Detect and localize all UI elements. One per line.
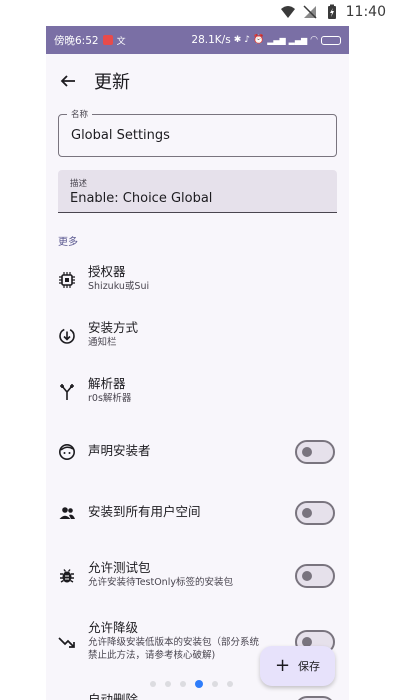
parser-title: 解析器 xyxy=(88,376,126,391)
network-speed: 28.1K/s xyxy=(191,34,231,46)
parser-subtitle: r0s解析器 xyxy=(88,393,132,404)
description-field-value[interactable]: Enable: Choice Global xyxy=(70,191,212,206)
allow-test-title: 允许测试包 xyxy=(88,560,151,575)
bluetooth-icon: ✱ xyxy=(233,35,242,45)
page-dot xyxy=(150,681,156,687)
allow-downgrade-title: 允许降级 xyxy=(88,620,139,635)
allow-test-row[interactable]: 允许测试包 允许安装待TestOnly标签的安装包 xyxy=(46,554,349,598)
fork-icon xyxy=(60,384,74,400)
top-app-bar: 更新 xyxy=(46,58,349,104)
install-mode-title: 安装方式 xyxy=(88,320,139,335)
allow-downgrade-subtitle-line2: 禁止此方法，请参考核心破解) xyxy=(88,650,216,661)
parser-row[interactable]: 解析器 r0s解析器 xyxy=(46,370,349,414)
battery-charging-icon xyxy=(327,4,336,19)
section-header-more: 更多 xyxy=(58,237,78,248)
mute-icon: ♪ xyxy=(244,35,250,45)
signal-icon: ▂▄▆ xyxy=(267,35,286,45)
host-clock: 11:40 xyxy=(345,4,386,20)
trend-down-icon xyxy=(58,637,75,648)
page-indicator xyxy=(150,680,233,688)
auto-delete-switch[interactable] xyxy=(295,696,335,700)
plus-icon: + xyxy=(274,655,291,676)
status-time: 傍晚6:52 xyxy=(54,34,99,47)
page-dot xyxy=(180,681,186,687)
bug-icon xyxy=(60,569,74,583)
authorizer-row[interactable]: 授权器 Shizuku或Sui xyxy=(46,258,349,302)
install-mode-icon xyxy=(59,328,75,344)
switch-knob xyxy=(302,571,312,581)
alarm-icon: ⏰ xyxy=(252,35,265,45)
authorizer-subtitle: Shizuku或Sui xyxy=(88,281,150,292)
name-field[interactable]: 名称 Global Settings xyxy=(58,108,337,157)
save-button-label: 保存 xyxy=(298,660,321,673)
install-mode-subtitle: 通知栏 xyxy=(88,337,117,348)
device-status-bar: 傍晚6:52 文 28.1K/s ✱ ♪ ⏰ ▂▄▆ ▂▄▆ ◠ xyxy=(46,26,349,54)
save-button[interactable]: + 保存 xyxy=(260,646,335,686)
install-all-users-title: 安装到所有用户空间 xyxy=(88,504,201,519)
allow-test-subtitle: 允许安装待TestOnly标签的安装包 xyxy=(88,577,233,588)
signal-2-icon: ▂▄▆ xyxy=(288,35,308,45)
allow-downgrade-subtitle: 允许降级安装低版本的安装包（部分系统 xyxy=(88,637,260,648)
page-dot xyxy=(212,681,218,687)
page-title: 更新 xyxy=(94,72,130,93)
back-arrow-icon[interactable] xyxy=(60,73,76,89)
allow-test-switch[interactable] xyxy=(295,564,335,588)
page-dot xyxy=(165,681,171,687)
description-field[interactable]: 描述 Enable: Choice Global xyxy=(58,170,337,213)
name-field-value[interactable]: Global Settings xyxy=(71,128,170,143)
no-signal-icon xyxy=(303,5,317,19)
name-field-label: 名称 xyxy=(67,108,93,120)
page-dot xyxy=(227,681,233,687)
install-all-users-switch[interactable] xyxy=(295,501,335,525)
app-screen: 傍晚6:52 文 28.1K/s ✱ ♪ ⏰ ▂▄▆ ▂▄▆ ◠ 更新 名称 G… xyxy=(46,26,349,700)
battery-icon xyxy=(321,35,341,45)
install-mode-row[interactable]: 安装方式 通知栏 xyxy=(46,314,349,358)
app-notification-icon xyxy=(102,35,113,45)
switch-knob xyxy=(302,508,312,518)
users-icon xyxy=(59,507,75,519)
page-dot-active xyxy=(195,680,203,688)
switch-knob xyxy=(302,447,312,457)
wifi-icon xyxy=(280,6,295,18)
declare-installer-row[interactable]: 声明安装者 xyxy=(46,430,349,474)
auto-delete-title: 自动删除 xyxy=(88,692,139,700)
face-icon xyxy=(59,444,75,460)
declare-installer-title: 声明安装者 xyxy=(88,443,151,458)
chip-icon xyxy=(59,272,75,288)
authorizer-title: 授权器 xyxy=(88,264,126,279)
install-all-users-row[interactable]: 安装到所有用户空间 xyxy=(46,491,349,535)
translate-icon: 文 xyxy=(116,36,126,47)
wifi-status-icon: ◠ xyxy=(310,35,318,45)
auto-delete-row[interactable]: 自动删除 xyxy=(46,690,349,700)
host-status-bar: 11:40 xyxy=(0,0,394,26)
description-field-label: 描述 xyxy=(70,179,88,189)
declare-installer-switch[interactable] xyxy=(295,440,335,464)
